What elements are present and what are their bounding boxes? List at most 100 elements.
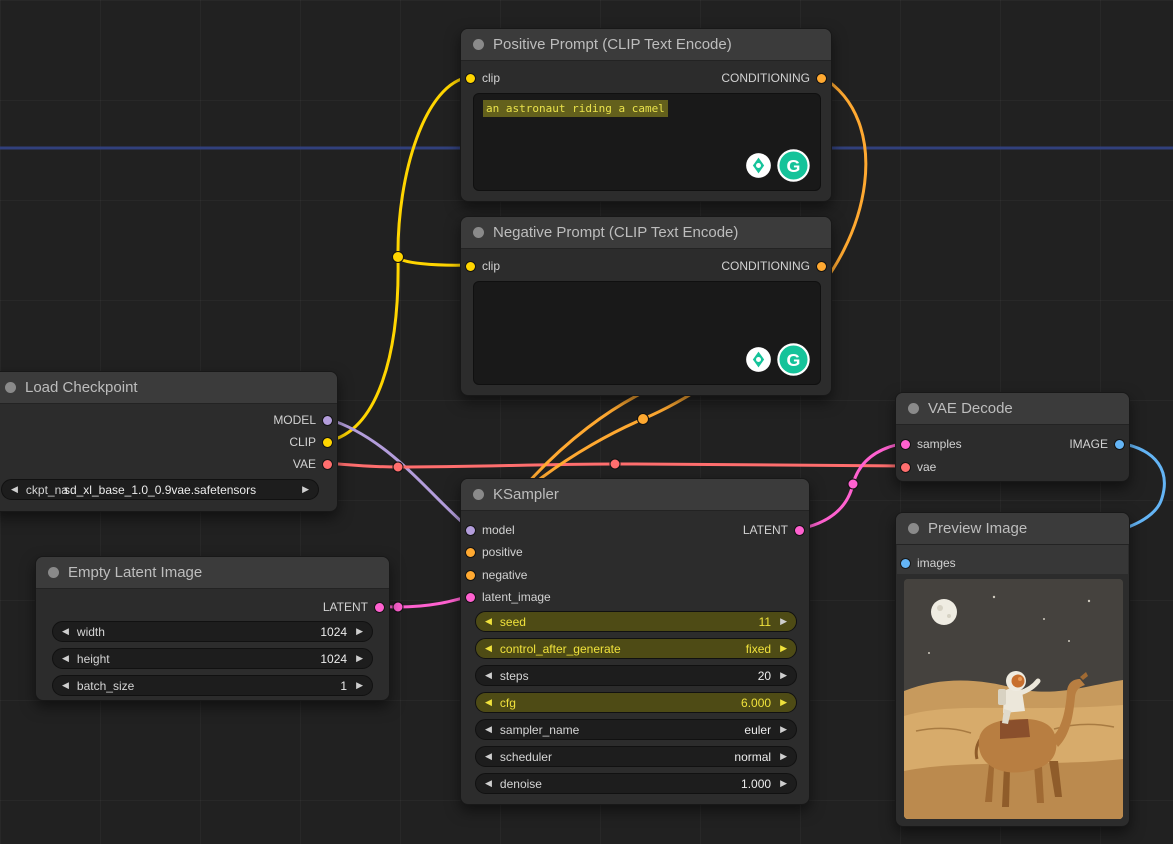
port-images-input[interactable]: images xyxy=(901,554,956,572)
widget-ckpt-name[interactable]: ◀ ckpt_na sd_xl_base_1.0_0.9vae.safetens… xyxy=(1,479,319,500)
node-graph-canvas[interactable]: Positive Prompt (CLIP Text Encode) clip … xyxy=(0,0,1173,844)
grammarly-widget[interactable]: G xyxy=(745,149,810,182)
increment-arrow-icon[interactable]: ▶ xyxy=(780,671,787,680)
node-header[interactable]: Preview Image xyxy=(896,513,1129,545)
next-arrow-icon[interactable]: ▶ xyxy=(302,485,309,494)
collapse-dot-icon[interactable] xyxy=(5,382,16,393)
node-header[interactable]: Negative Prompt (CLIP Text Encode) xyxy=(461,217,831,249)
widget-steps[interactable]: ◀ steps 20 ▶ xyxy=(475,665,797,686)
node-vae-decode[interactable]: VAE Decode samples IMAGE vae xyxy=(895,392,1130,482)
clip-port-icon[interactable] xyxy=(466,261,475,271)
prev-arrow-icon[interactable]: ◀ xyxy=(485,725,492,734)
next-arrow-icon[interactable]: ▶ xyxy=(780,725,787,734)
widget-seed[interactable]: ◀ seed 11 ▶ xyxy=(475,611,797,632)
increment-arrow-icon[interactable]: ▶ xyxy=(356,627,363,636)
widget-sampler-name[interactable]: ◀ sampler_name euler ▶ xyxy=(475,719,797,740)
prev-arrow-icon[interactable]: ◀ xyxy=(485,752,492,761)
port-samples-input[interactable]: samples xyxy=(901,435,962,453)
increment-arrow-icon[interactable]: ▶ xyxy=(780,698,787,707)
node-negative-prompt[interactable]: Negative Prompt (CLIP Text Encode) clip … xyxy=(460,216,832,396)
port-model-output[interactable]: MODEL xyxy=(273,411,332,429)
vae-port-icon[interactable] xyxy=(323,459,332,469)
grammarly-assistant-icon[interactable] xyxy=(745,346,772,373)
collapse-dot-icon[interactable] xyxy=(473,489,484,500)
latent-port-icon[interactable] xyxy=(466,592,475,602)
conditioning-port-icon[interactable] xyxy=(817,73,826,83)
image-port-icon[interactable] xyxy=(1115,439,1124,449)
latent-port-icon[interactable] xyxy=(795,525,804,535)
decrement-arrow-icon[interactable]: ◀ xyxy=(485,779,492,788)
widget-batch-size[interactable]: ◀ batch_size 1 ▶ xyxy=(52,675,373,696)
widget-control-after-generate[interactable]: ◀ control_after_generate fixed ▶ xyxy=(475,638,797,659)
decrement-arrow-icon[interactable]: ◀ xyxy=(485,698,492,707)
port-latent-output[interactable]: LATENT xyxy=(743,521,804,539)
vae-port-icon[interactable] xyxy=(901,462,910,472)
collapse-dot-icon[interactable] xyxy=(48,567,59,578)
increment-arrow-icon[interactable]: ▶ xyxy=(780,617,787,626)
port-positive-input[interactable]: positive xyxy=(466,543,523,561)
widget-width[interactable]: ◀ width 1024 ▶ xyxy=(52,621,373,642)
grammarly-assistant-icon[interactable] xyxy=(745,152,772,179)
node-load-checkpoint[interactable]: Load Checkpoint MODEL CLIP VAE ◀ ckpt_na… xyxy=(0,371,338,512)
reroute-dot-vae-2[interactable] xyxy=(609,458,621,470)
preview-image-output[interactable] xyxy=(904,579,1123,819)
increment-arrow-icon[interactable]: ▶ xyxy=(780,779,787,788)
node-ksampler[interactable]: KSampler model positive negative latent_… xyxy=(460,478,810,805)
collapse-dot-icon[interactable] xyxy=(473,227,484,238)
port-conditioning-output[interactable]: CONDITIONING xyxy=(721,257,826,275)
port-clip-output[interactable]: CLIP xyxy=(289,433,332,451)
reroute-dot-latent-1[interactable] xyxy=(392,601,404,613)
widget-denoise[interactable]: ◀ denoise 1.000 ▶ xyxy=(475,773,797,794)
next-arrow-icon[interactable]: ▶ xyxy=(780,644,787,653)
prev-arrow-icon[interactable]: ◀ xyxy=(11,485,18,494)
node-header[interactable]: VAE Decode xyxy=(896,393,1129,425)
reroute-dot-vae-1[interactable] xyxy=(392,461,404,473)
port-vae-input[interactable]: vae xyxy=(901,458,936,476)
port-latent-output[interactable]: LATENT xyxy=(323,598,384,616)
port-conditioning-output[interactable]: CONDITIONING xyxy=(721,69,826,87)
latent-port-icon[interactable] xyxy=(375,602,384,612)
wire-model[interactable] xyxy=(326,417,472,531)
reroute-dot-conditioning[interactable] xyxy=(637,413,649,425)
grammarly-g-icon[interactable]: G xyxy=(777,343,810,376)
prompt-textarea[interactable]: an astronaut riding a camel G xyxy=(473,93,821,191)
conditioning-port-icon[interactable] xyxy=(817,261,826,271)
decrement-arrow-icon[interactable]: ◀ xyxy=(485,671,492,680)
port-clip-input[interactable]: clip xyxy=(466,257,500,275)
clip-port-icon[interactable] xyxy=(323,437,332,447)
widget-scheduler[interactable]: ◀ scheduler normal ▶ xyxy=(475,746,797,767)
next-arrow-icon[interactable]: ▶ xyxy=(780,752,787,761)
model-port-icon[interactable] xyxy=(466,525,475,535)
decrement-arrow-icon[interactable]: ◀ xyxy=(485,617,492,626)
port-clip-input[interactable]: clip xyxy=(466,69,500,87)
reroute-dot-clip[interactable] xyxy=(392,251,404,263)
grammarly-widget[interactable]: G xyxy=(745,343,810,376)
collapse-dot-icon[interactable] xyxy=(473,39,484,50)
decrement-arrow-icon[interactable]: ◀ xyxy=(62,627,69,636)
conditioning-port-icon[interactable] xyxy=(466,547,475,557)
conditioning-port-icon[interactable] xyxy=(466,570,475,580)
increment-arrow-icon[interactable]: ▶ xyxy=(356,654,363,663)
collapse-dot-icon[interactable] xyxy=(908,523,919,534)
node-preview-image[interactable]: Preview Image images xyxy=(895,512,1130,827)
node-header[interactable]: Load Checkpoint xyxy=(0,372,337,404)
latent-port-icon[interactable] xyxy=(901,439,910,449)
port-negative-input[interactable]: negative xyxy=(466,566,527,584)
widget-height[interactable]: ◀ height 1024 ▶ xyxy=(52,648,373,669)
port-latent-image-input[interactable]: latent_image xyxy=(466,588,551,606)
grammarly-g-icon[interactable]: G xyxy=(777,149,810,182)
reroute-dot-latent-2[interactable] xyxy=(847,478,859,490)
model-port-icon[interactable] xyxy=(323,415,332,425)
widget-cfg[interactable]: ◀ cfg 6.000 ▶ xyxy=(475,692,797,713)
port-model-input[interactable]: model xyxy=(466,521,515,539)
node-header[interactable]: Positive Prompt (CLIP Text Encode) xyxy=(461,29,831,61)
decrement-arrow-icon[interactable]: ◀ xyxy=(62,654,69,663)
node-header[interactable]: Empty Latent Image xyxy=(36,557,389,589)
node-positive-prompt[interactable]: Positive Prompt (CLIP Text Encode) clip … xyxy=(460,28,832,202)
node-empty-latent-image[interactable]: Empty Latent Image LATENT ◀ width 1024 ▶… xyxy=(35,556,390,701)
image-port-icon[interactable] xyxy=(901,558,910,568)
prompt-textarea[interactable]: G xyxy=(473,281,821,385)
port-image-output[interactable]: IMAGE xyxy=(1069,435,1124,453)
collapse-dot-icon[interactable] xyxy=(908,403,919,414)
node-header[interactable]: KSampler xyxy=(461,479,809,511)
